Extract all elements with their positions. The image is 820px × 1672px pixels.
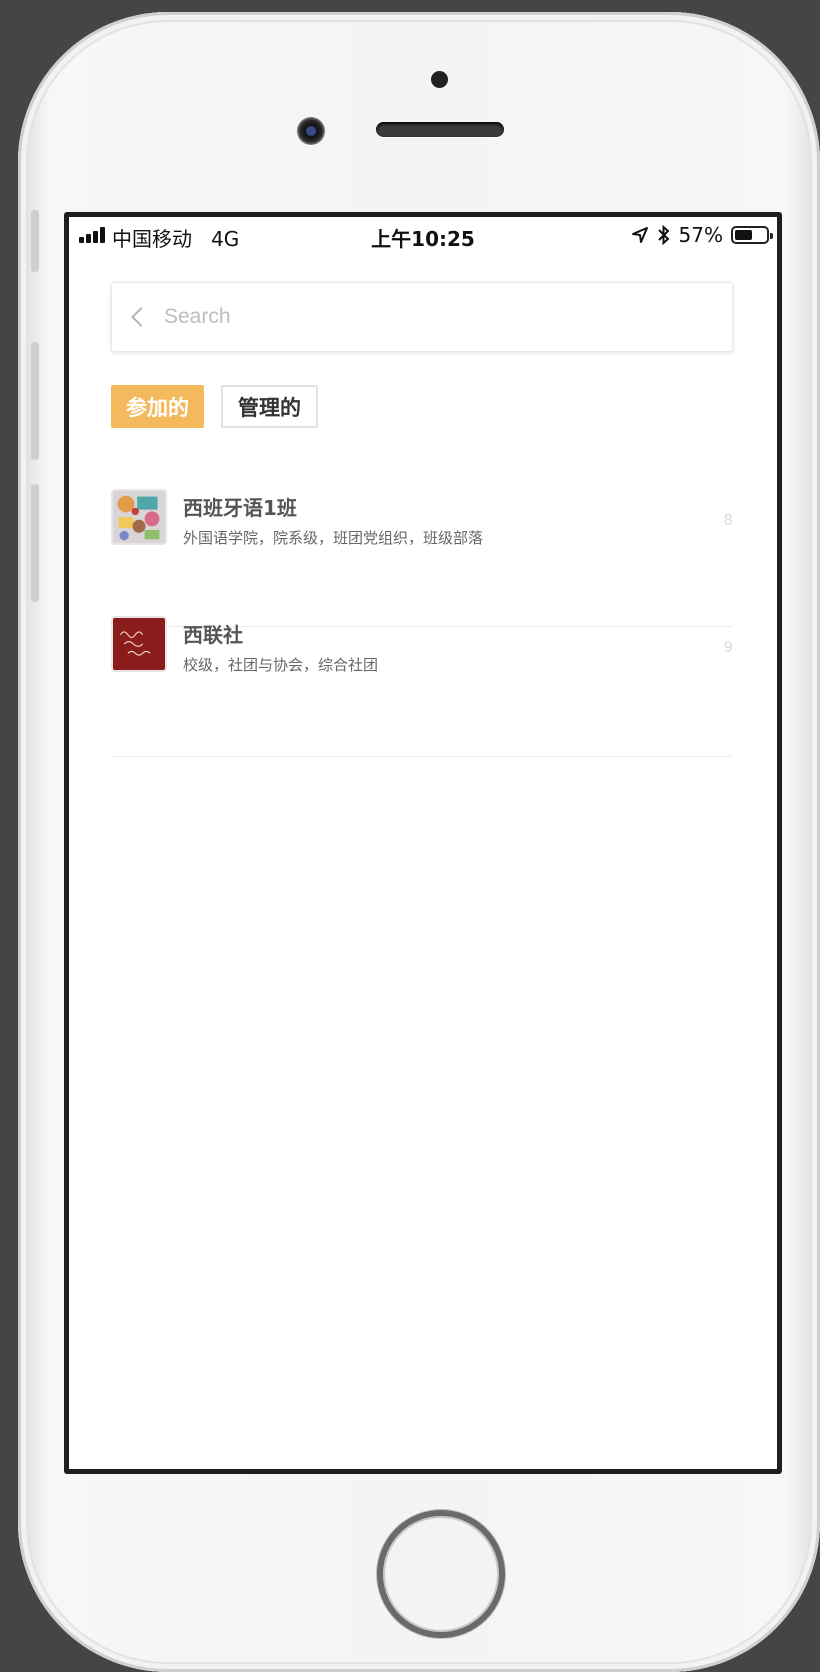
collage-photo-icon xyxy=(111,489,167,545)
list-item[interactable]: 西班牙语1班 外国语学院，院系级，班团党组织，班级部落 8 xyxy=(111,489,733,627)
search-input[interactable] xyxy=(164,305,684,329)
battery-percent: 57% xyxy=(678,223,723,247)
front-camera xyxy=(297,117,325,145)
tab-joined[interactable]: 参加的 xyxy=(111,385,204,428)
volume-down-button xyxy=(31,484,39,602)
group-count: 9 xyxy=(723,638,733,656)
volume-up-button xyxy=(31,342,39,460)
group-tags: 外国语学院，院系级，班团党组织，班级部落 xyxy=(183,529,484,547)
search-bar[interactable] xyxy=(111,282,733,352)
group-tags: 校级，社团与协会，综合社团 xyxy=(183,656,379,674)
list-item[interactable]: 西联社 校级，社团与协会，综合社团 9 xyxy=(111,616,733,757)
red-handwriting-icon xyxy=(111,616,167,672)
group-list: 西班牙语1班 外国语学院，院系级，班团党组织，班级部落 8 西联社 校级，社团与… xyxy=(111,489,733,757)
group-count: 8 xyxy=(723,511,733,529)
tab-bar: 参加的 管理的 xyxy=(111,385,318,428)
back-chevron-icon[interactable] xyxy=(131,307,151,327)
group-name: 西联社 xyxy=(183,623,243,647)
status-bar: 中国移动 4G 上午10:25 57% xyxy=(69,217,777,253)
home-button[interactable] xyxy=(377,1510,505,1638)
battery-icon xyxy=(731,226,773,244)
bluetooth-icon xyxy=(657,225,670,245)
phone-screen: 中国移动 4G 上午10:25 57% 参加的 管理的 xyxy=(64,212,782,1474)
group-name: 西班牙语1班 xyxy=(183,496,297,520)
proximity-sensor xyxy=(431,71,448,88)
earpiece-speaker xyxy=(376,122,504,137)
tab-managed[interactable]: 管理的 xyxy=(221,385,318,428)
location-arrow-icon xyxy=(631,227,648,243)
mute-switch xyxy=(31,210,39,272)
